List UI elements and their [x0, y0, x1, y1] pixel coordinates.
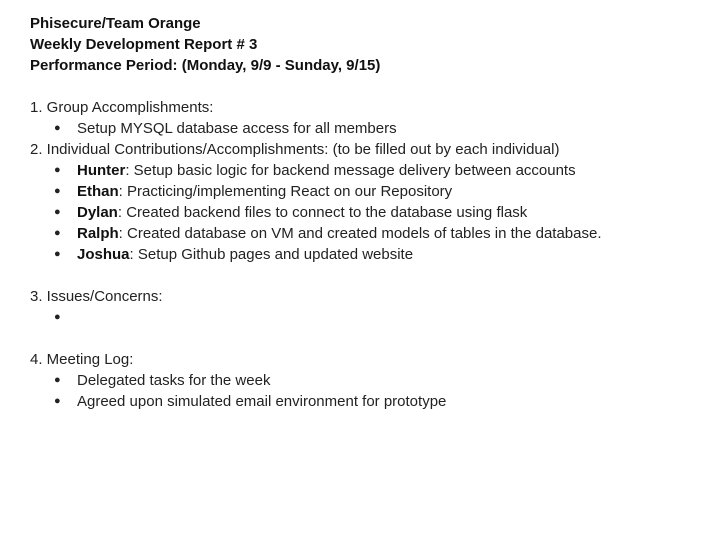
- bullet-icon: ●: [54, 185, 61, 197]
- list-item: ● Hunter: Setup basic logic for backend …: [30, 160, 700, 181]
- member-name: Dylan: [77, 204, 118, 221]
- list-item: ● Delegated tasks for the week: [30, 370, 700, 391]
- individual-contributions-heading: 2. Individual Contributions/Accomplishme…: [30, 141, 560, 158]
- member-contribution: : Setup Github pages and updated website: [129, 246, 414, 263]
- group-accomplishments-heading: 1. Group Accomplishments:: [30, 99, 214, 116]
- report-document: Phisecure/Team Orange Weekly Development…: [30, 13, 700, 412]
- bullet-icon: ●: [54, 374, 61, 386]
- list-item-text: Setup MYSQL database access for all memb…: [77, 120, 397, 137]
- list-item-text: Delegated tasks for the week: [77, 372, 271, 389]
- bullet-icon: ●: [54, 311, 61, 323]
- member-name: Hunter: [77, 162, 126, 179]
- list-item: ● Agreed upon simulated email environmen…: [30, 391, 700, 412]
- member-contribution: : Setup basic logic for backend message …: [125, 162, 576, 179]
- member-contribution: : Created database on VM and created mod…: [118, 225, 602, 242]
- list-item-text: Agreed upon simulated email environment …: [77, 393, 447, 410]
- list-item: ● Ralph: Created database on VM and crea…: [30, 223, 700, 244]
- list-item: ● Dylan: Created backend files to connec…: [30, 202, 700, 223]
- list-item: ● Setup MYSQL database access for all me…: [30, 118, 700, 139]
- bullet-icon: ●: [54, 206, 61, 218]
- list-item: ● Joshua: Setup Github pages and updated…: [30, 244, 700, 265]
- performance-period: Performance Period: (Monday, 9/9 - Sunda…: [30, 57, 381, 74]
- member-name: Joshua: [77, 246, 130, 263]
- meeting-log-heading: 4. Meeting Log:: [30, 351, 134, 368]
- member-contribution: : Created backend files to connect to th…: [117, 204, 528, 221]
- list-item: ● Ethan: Practicing/implementing React o…: [30, 181, 700, 202]
- member-name: Ralph: [77, 225, 119, 242]
- bullet-icon: ●: [54, 395, 61, 407]
- issues-heading: 3. Issues/Concerns:: [30, 288, 163, 305]
- report-title: Weekly Development Report # 3: [30, 36, 258, 53]
- member-contribution: : Practicing/implementing React on our R…: [118, 183, 453, 200]
- list-item: ●: [30, 307, 700, 328]
- bullet-icon: ●: [54, 164, 61, 176]
- bullet-icon: ●: [54, 248, 61, 260]
- bullet-icon: ●: [54, 227, 61, 239]
- team-title: Phisecure/Team Orange: [30, 15, 201, 32]
- bullet-icon: ●: [54, 122, 61, 134]
- member-name: Ethan: [77, 183, 119, 200]
